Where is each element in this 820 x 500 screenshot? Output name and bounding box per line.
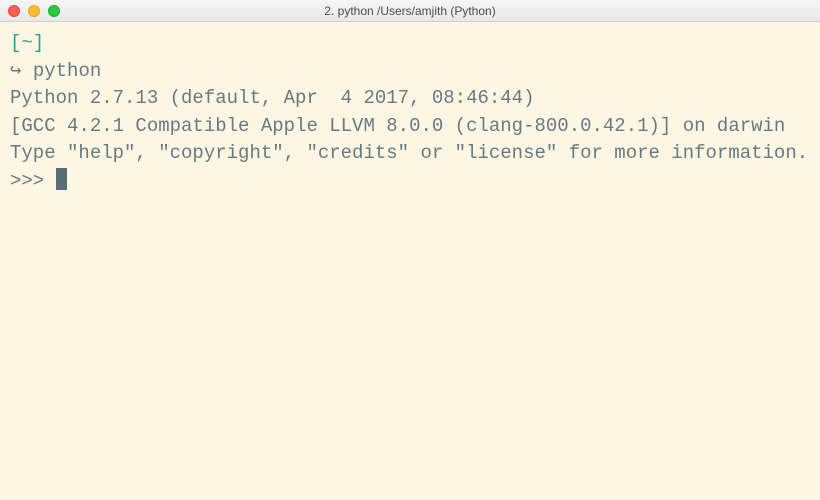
shell-command: python (33, 60, 101, 82)
shell-prompt-arrow: ↪ (10, 60, 33, 82)
traffic-lights (8, 5, 60, 17)
shell-prompt-dir: [~] (10, 32, 44, 54)
window-title: 2. python /Users/amjith (Python) (0, 4, 820, 18)
terminal-content[interactable]: [~] ↪ python Python 2.7.13 (default, Apr 4… (0, 22, 820, 500)
python-help-line: Type "help", "copyright", "credits" or "… (10, 140, 810, 168)
python-repl-prompt: >>> (10, 170, 56, 192)
window-titlebar: 2. python /Users/amjith (Python) (0, 0, 820, 22)
minimize-window-button[interactable] (28, 5, 40, 17)
terminal-cursor (56, 168, 67, 190)
maximize-window-button[interactable] (48, 5, 60, 17)
python-compiler-line: [GCC 4.2.1 Compatible Apple LLVM 8.0.0 (… (10, 113, 810, 141)
close-window-button[interactable] (8, 5, 20, 17)
python-version-line: Python 2.7.13 (default, Apr 4 2017, 08:4… (10, 85, 810, 113)
